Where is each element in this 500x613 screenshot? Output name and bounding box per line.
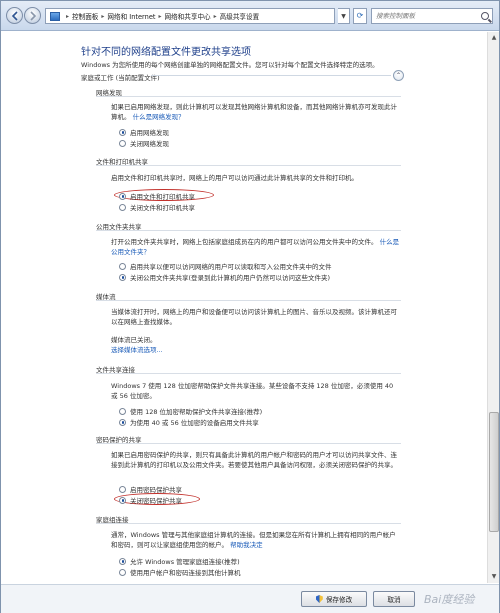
- help-link[interactable]: 什么是网络发现？: [133, 113, 185, 121]
- cancel-button[interactable]: 取消: [373, 591, 415, 607]
- collapse-button[interactable]: ⌃: [393, 70, 404, 81]
- radio-button[interactable]: [119, 192, 126, 200]
- radio-button[interactable]: [119, 203, 126, 211]
- profile-heading: 家庭或工作 (当前配置文件): [81, 74, 160, 82]
- option-label: 关闭网络发现: [130, 140, 169, 148]
- option-disable-file-printer-sharing[interactable]: 关闭文件和打印机共享: [119, 202, 195, 212]
- option-label: 为使用 40 或 56 位加密的设备启用文件共享: [130, 419, 259, 427]
- arrow-left-icon: [11, 11, 18, 21]
- option-disable-network-discovery[interactable]: 关闭网络发现: [119, 138, 169, 148]
- option-128-bit-encryption[interactable]: 使用 128 位加密帮助保护文件共享连接(推荐): [119, 406, 262, 416]
- search-box[interactable]: [371, 8, 493, 24]
- page-subtitle: Windows 为您所使用的每个网络创建单独的网络配置文件。您可以针对每个配置文…: [81, 61, 379, 69]
- option-40-56-bit-encryption[interactable]: 为使用 40 或 56 位加密的设备启用文件共享: [119, 417, 259, 427]
- radio-button[interactable]: [119, 273, 126, 281]
- option-enable-file-printer-sharing[interactable]: 启用文件和打印机共享: [119, 191, 195, 201]
- window: ▸ 控制面板 ▸ 网络和 Internet ▸ 网络和共享中心 ▸ 高级共享设置…: [0, 0, 500, 613]
- save-label: 保存修改: [325, 596, 353, 604]
- arrow-right-icon: [30, 11, 37, 21]
- radio-button[interactable]: [119, 568, 126, 576]
- status-text: 媒体流已关闭。: [111, 336, 157, 344]
- radio-button[interactable]: [119, 485, 126, 493]
- option-disable-password-sharing[interactable]: 关闭密码保护共享: [119, 495, 182, 505]
- option-label: 关闭密码保护共享: [130, 497, 182, 505]
- radio-button[interactable]: [119, 407, 126, 415]
- section-description: 通常，Windows 管理与其他家庭组计算机的连接。但是如果您在所有计算机上拥有…: [111, 530, 401, 550]
- address-field[interactable]: ▸ 控制面板 ▸ 网络和 Internet ▸ 网络和共享中心 ▸ 高级共享设置: [45, 8, 335, 24]
- refresh-button[interactable]: ⟳: [353, 8, 367, 24]
- chevron-right-icon: ▸: [101, 12, 105, 20]
- address-bar-area: ▸ 控制面板 ▸ 网络和 Internet ▸ 网络和共享中心 ▸ 高级共享设置…: [1, 1, 499, 31]
- option-disable-public-folder-sharing[interactable]: 关闭公用文件夹共享(登录到此计算机的用户仍然可以访问这些文件夹): [119, 272, 330, 282]
- search-input[interactable]: [372, 9, 476, 23]
- shield-icon: [315, 595, 323, 603]
- help-me-decide-link[interactable]: 帮助我决定: [230, 541, 263, 549]
- section-divider: [96, 373, 401, 374]
- chevron-right-icon: ▸: [66, 12, 70, 20]
- control-panel-icon: [50, 11, 60, 21]
- address-dropdown-button[interactable]: ▼: [338, 8, 350, 24]
- breadcrumb-advanced-sharing[interactable]: 高级共享设置: [220, 11, 260, 21]
- section-description: Windows 7 使用 128 位加密帮助保护文件共享连接。某些设备不支持 1…: [111, 382, 394, 400]
- media-streaming-status: 媒体流已关闭。 选择媒体流选项...: [111, 335, 401, 355]
- option-label: 使用 128 位加密帮助保护文件共享连接(推荐): [130, 408, 263, 416]
- section-divider: [96, 230, 401, 231]
- option-use-user-accounts[interactable]: 使用用户帐户和密码连接到其他计算机: [119, 567, 241, 577]
- refresh-icon: ⟳: [356, 11, 364, 20]
- section-divider: [96, 96, 401, 97]
- option-label: 关闭文件和打印机共享: [130, 204, 195, 212]
- option-label: 关闭公用文件夹共享(登录到此计算机的用户仍然可以访问这些文件夹): [130, 274, 331, 282]
- radio-button[interactable]: [119, 496, 126, 504]
- section-description: 启用文件和打印机共享时，网络上的用户可以访问通过此计算机共享的文件和打印机。: [111, 174, 358, 182]
- option-enable-network-discovery[interactable]: 启用网络发现: [119, 127, 169, 137]
- section-divider: [96, 523, 401, 524]
- profile-divider: [151, 75, 391, 76]
- radio-button[interactable]: [119, 557, 126, 565]
- radio-button[interactable]: [119, 262, 126, 270]
- forward-button[interactable]: [24, 7, 41, 24]
- vertical-scrollbar[interactable]: ▲ ▼: [487, 32, 499, 583]
- radio-button[interactable]: [119, 139, 126, 147]
- description-text: 打开公用文件夹共享时，网络上包括家庭组成员在内的用户都可以访问公用文件夹中的文件…: [111, 238, 378, 246]
- option-windows-manage-homegroup[interactable]: 允许 Windows 管理家庭组连接(推荐): [119, 556, 240, 566]
- section-divider: [96, 300, 401, 301]
- scroll-thumb[interactable]: [489, 412, 499, 532]
- choose-media-streaming-link[interactable]: 选择媒体流选项...: [111, 345, 401, 355]
- chevron-up-icon: ⌃: [395, 72, 402, 79]
- option-label: 使用用户帐户和密码连接到其他计算机: [130, 569, 241, 577]
- radio-button[interactable]: [119, 418, 126, 426]
- main-content: 针对不同的网络配置文件更改共享选项 Windows 为您所使用的每个网络创建单独…: [1, 32, 487, 583]
- option-label: 启用网络发现: [130, 129, 169, 137]
- option-enable-public-folder-sharing[interactable]: 启用共享以便可以访问网络的用户可以读取和写入公用文件夹中的文件: [119, 261, 332, 271]
- watermark-logo: Bai度经验: [424, 593, 475, 606]
- breadcrumb-network-internet[interactable]: 网络和 Internet: [107, 11, 155, 21]
- breadcrumb-control-panel[interactable]: 控制面板: [72, 11, 98, 21]
- section-description: 如果已启用网络发现，则此计算机可以发现其他网络计算机和设备，而其他网络计算机亦可…: [111, 102, 401, 122]
- scroll-down-icon[interactable]: ▼: [489, 572, 499, 582]
- scroll-up-icon[interactable]: ▲: [489, 33, 499, 43]
- section-divider: [96, 165, 401, 166]
- page-title: 针对不同的网络配置文件更改共享选项: [81, 47, 251, 58]
- chevron-right-icon: ▸: [213, 12, 217, 20]
- section-description: 打开公用文件夹共享时，网络上包括家庭组成员在内的用户都可以访问公用文件夹中的文件…: [111, 237, 401, 257]
- section-description: 当媒体流打开时，网络上的用户和设备便可以访问该计算机上的图片、音乐以及视频。该计…: [111, 308, 397, 326]
- section-divider: [96, 443, 401, 444]
- chevron-right-icon: ▸: [158, 12, 162, 20]
- breadcrumb-network-sharing-center[interactable]: 网络和共享中心: [164, 11, 210, 21]
- radio-button[interactable]: [119, 128, 126, 136]
- option-label: 启用文件和打印机共享: [130, 193, 195, 201]
- option-label: 允许 Windows 管理家庭组连接(推荐): [130, 558, 240, 566]
- section-description: 如果已启用密码保护的共享，则只有具备此计算机的用户帐户和密码的用户才可以访问共享…: [111, 451, 397, 469]
- search-icon[interactable]: [481, 12, 489, 20]
- back-button[interactable]: [6, 7, 23, 24]
- save-changes-button[interactable]: 保存修改: [301, 591, 367, 607]
- option-label: 启用共享以便可以访问网络的用户可以读取和写入公用文件夹中的文件: [130, 263, 332, 271]
